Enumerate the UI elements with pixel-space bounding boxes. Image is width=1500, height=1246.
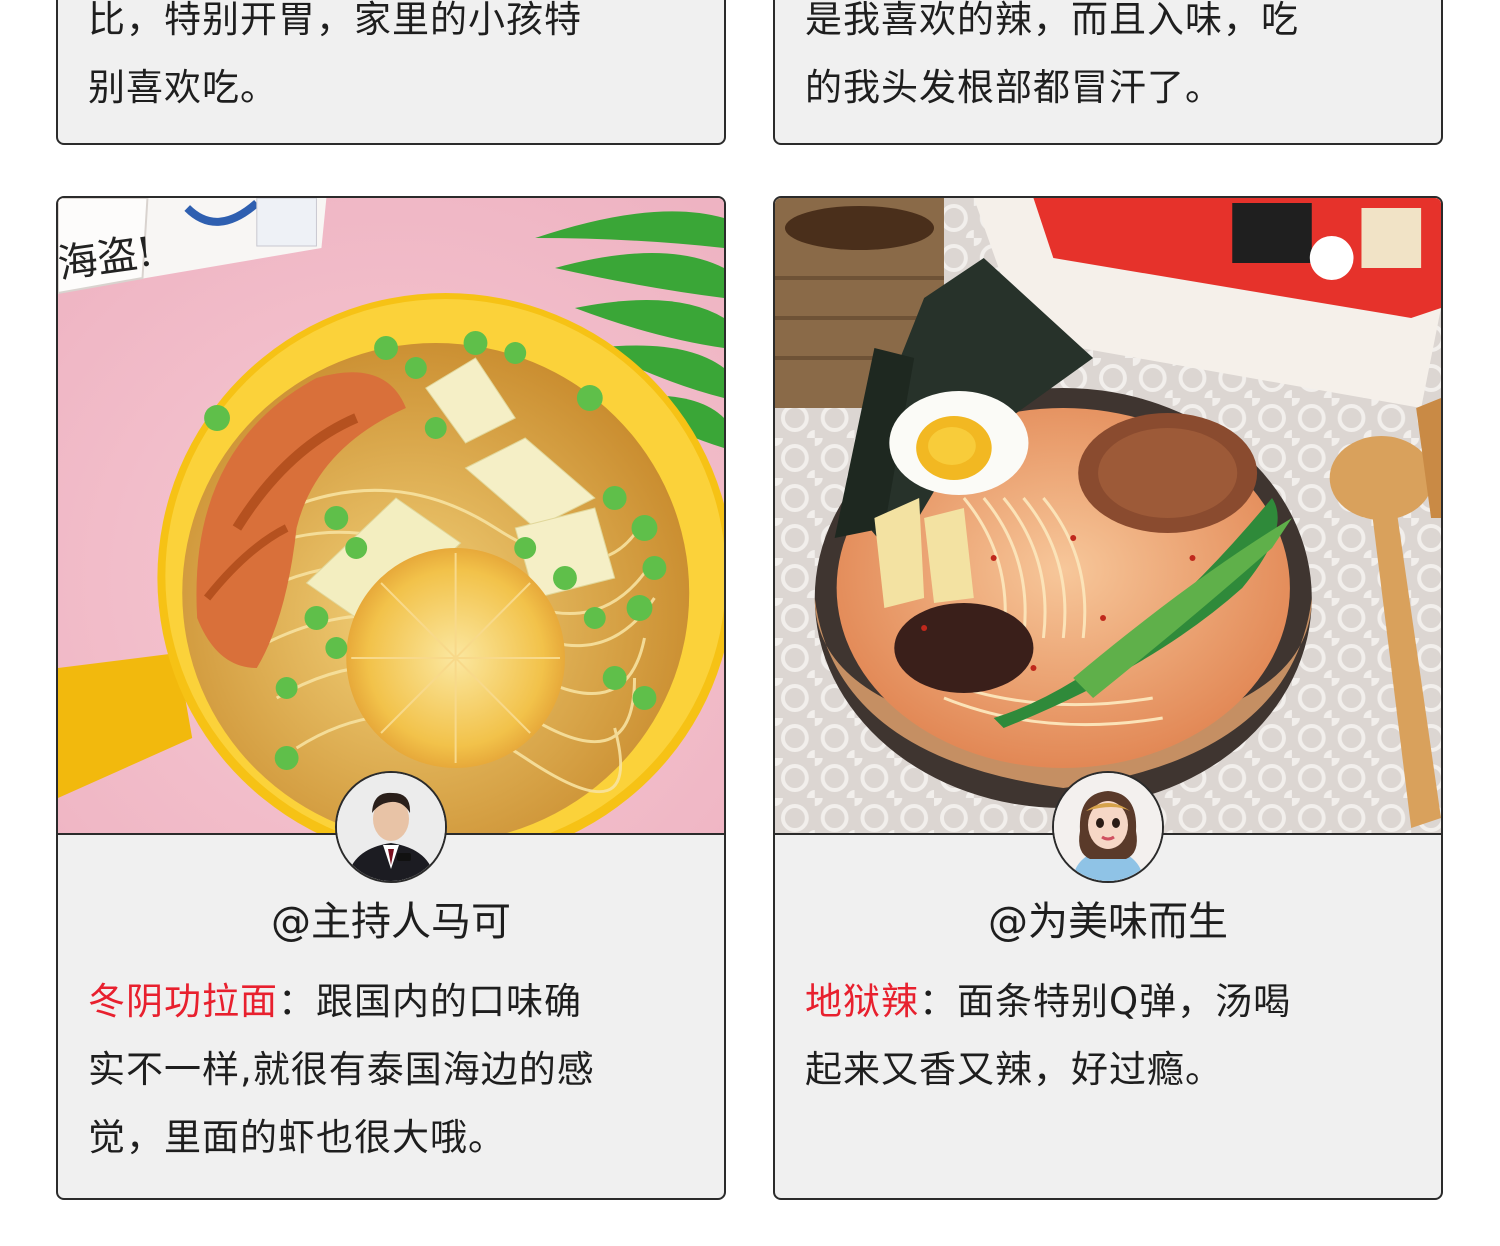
review-card-top-left: 比，特别开胃，家里的小孩特 别喜欢吃。 (56, 0, 726, 145)
review-line: 起来又香又辣，好过瘾。 (805, 1048, 1223, 1091)
review-line-rest: 跟国内的口味确 (316, 980, 582, 1023)
flavor-name: 冬阴功拉面 (88, 980, 278, 1023)
review-line: 的我头发根部都冒汗了。 (805, 66, 1223, 109)
review-line: 冬阴功拉面：跟国内的口味确 (88, 968, 694, 1036)
review-text: 比，特别开胃，家里的小孩特 别喜欢吃。 (88, 0, 700, 122)
review-line: 是我喜欢的辣，而且入味，吃 (805, 0, 1299, 41)
review-text: 冬阴功拉面：跟国内的口味确 实不一样,就很有泰国海边的感 觉，里面的虾也很大哦。 (88, 968, 694, 1172)
review-line-rest: 面条特别Q弹，汤喝 (957, 980, 1292, 1023)
review-text: 地狱辣：面条特别Q弹，汤喝 起来又香又辣，好过瘾。 (805, 968, 1411, 1104)
author-name: @主持人马可 (271, 899, 511, 945)
review-card-hell-spicy: @为美味而生 地狱辣：面条特别Q弹，汤喝 起来又香又辣，好过瘾。 (773, 196, 1443, 1200)
review-line: 实不一样,就很有泰国海边的感 (88, 1048, 595, 1091)
host-man-in-suit-avatar (335, 771, 447, 883)
spicy-ramen-bowl-photo (775, 198, 1441, 835)
review-line: 觉，里面的虾也很大哦。 (88, 1116, 506, 1159)
review-card-tom-yum: 海盗! @主持人马可 冬阴功拉面：跟国内的口味确 实不一样,就很有泰国海边的感 … (56, 196, 726, 1200)
review-line: 地狱辣：面条特别Q弹，汤喝 (805, 968, 1411, 1036)
flavor-name: 地狱辣 (805, 980, 919, 1023)
review-line: 比，特别开胃，家里的小孩特 (88, 0, 582, 41)
separator: ： (919, 980, 957, 1023)
tom-yum-noodle-bowl-photo: 海盗! (58, 198, 724, 835)
author-name: @为美味而生 (988, 899, 1228, 945)
separator: ： (278, 980, 316, 1023)
review-text: 是我喜欢的辣，而且入味，吃 的我头发根部都冒汗了。 (805, 0, 1417, 122)
review-line: 别喜欢吃。 (88, 66, 278, 109)
review-card-top-right: 是我喜欢的辣，而且入味，吃 的我头发根部都冒汗了。 (773, 0, 1443, 145)
cartoon-girl-avatar (1052, 771, 1164, 883)
